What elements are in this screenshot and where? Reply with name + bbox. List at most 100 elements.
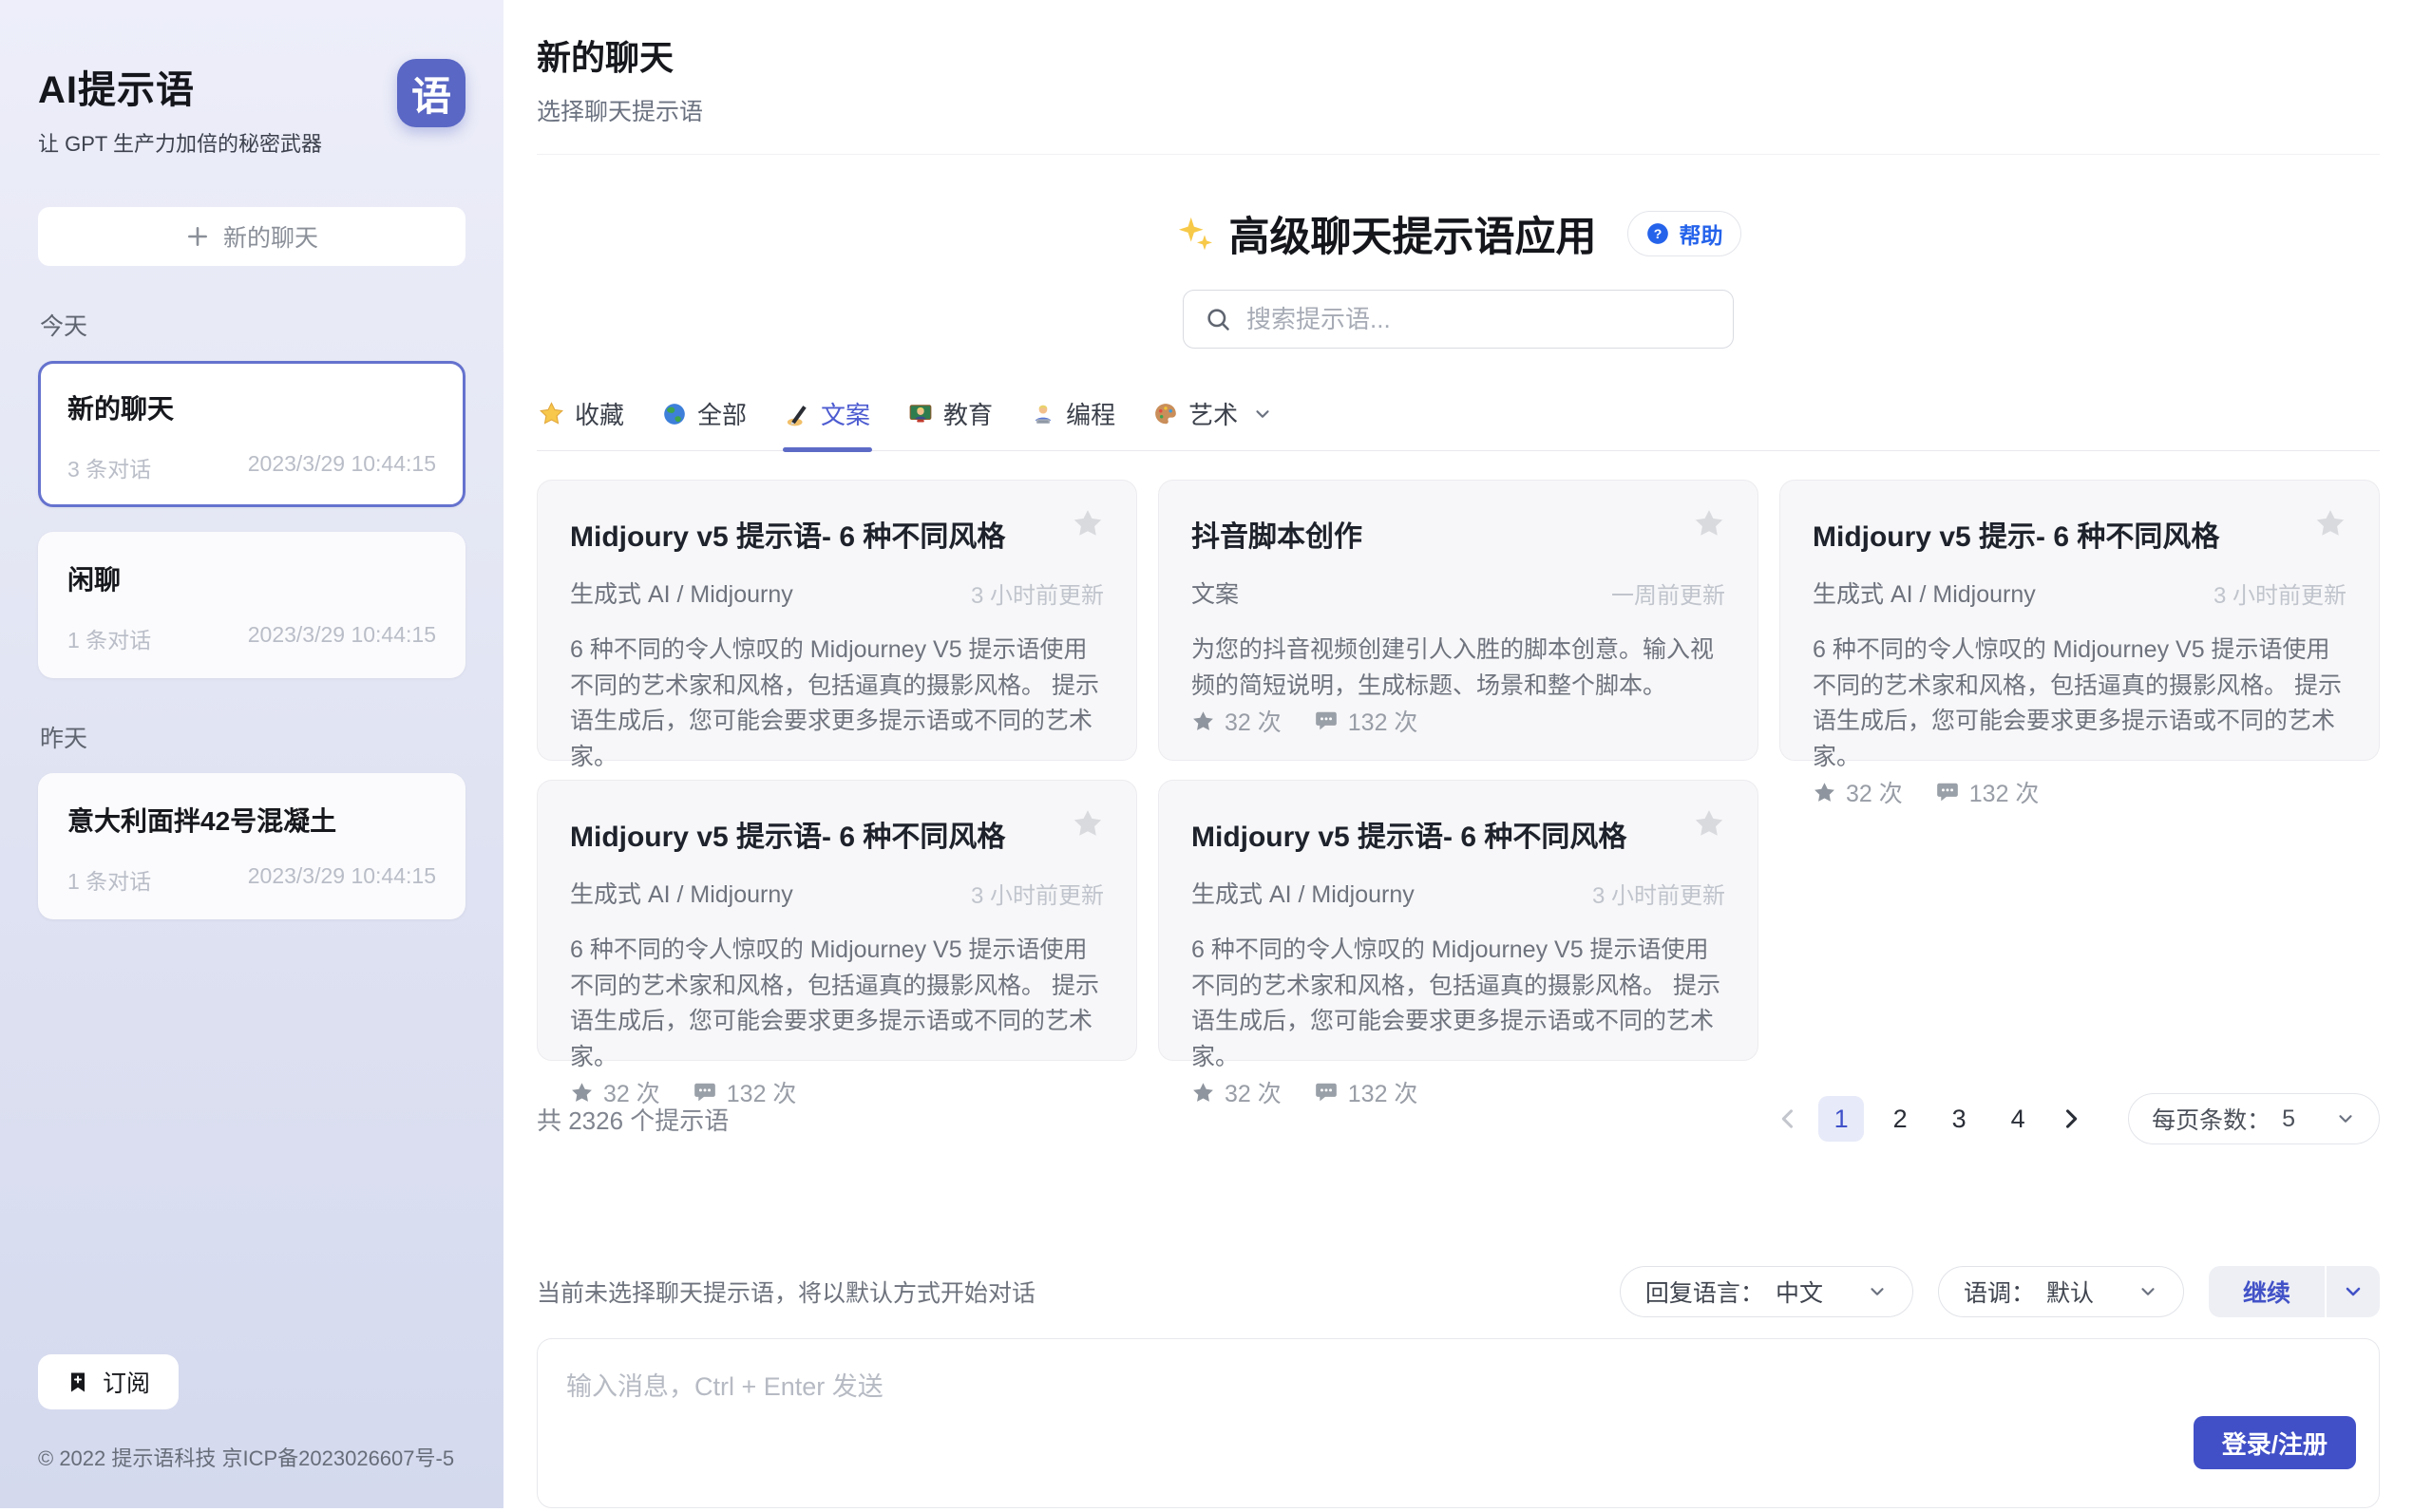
tab-艺术[interactable]: 艺术 (1151, 396, 1275, 450)
hero-title: 高级聊天提示语应用 (1229, 204, 1597, 263)
history-section-label: 今天 (40, 308, 466, 342)
next-page-button[interactable] (2054, 1106, 2088, 1132)
page-size-select[interactable]: 每页条数： 5 (2128, 1093, 2380, 1144)
chevron-left-icon (1775, 1106, 1801, 1132)
page-size-label: 每页条数： (2152, 1102, 2270, 1136)
tone-select[interactable]: 语调： 默认 (1938, 1266, 2184, 1317)
card-top-row: Midjoury v5 提示语- 6 种不同风格 (570, 507, 1104, 555)
tab-label: 艺术 (1188, 396, 1238, 431)
plus-icon (185, 224, 210, 249)
total-count: 共 2326 个提示语 (537, 1102, 729, 1137)
tab-label: 收藏 (575, 396, 624, 431)
chat-item-count: 1 条对话 (67, 622, 151, 654)
category-tabs: 收藏 全部 文案 教育 编程 艺术 (537, 396, 2380, 451)
bookmark-plus-icon (66, 1370, 89, 1393)
reply-language-select[interactable]: 回复语言： 中文 (1620, 1266, 1913, 1317)
bookmark-star-icon (1072, 807, 1104, 840)
chevron-down-icon (1867, 1281, 1888, 1302)
subscribe-label: 订阅 (103, 1365, 150, 1399)
card-description: 6 种不同的令人惊叹的 Midjourney V5 提示语使用不同的艺术家和风格… (1813, 633, 2346, 775)
page-button-2[interactable]: 2 (1877, 1096, 1923, 1142)
help-button[interactable]: ? 帮助 (1627, 211, 1741, 256)
tab-label: 编程 (1066, 396, 1115, 431)
favorite-star-button[interactable] (1072, 807, 1104, 840)
history-section-label: 昨天 (40, 720, 466, 754)
card-top-row: Midjoury v5 提示- 6 种不同风格 (1813, 507, 2346, 555)
favorite-star-button[interactable] (1072, 507, 1104, 539)
prompt-card[interactable]: Midjoury v5 提示语- 6 种不同风格生成式 AI / Midjour… (537, 480, 1137, 761)
app-subtitle: 让 GPT 生产力加倍的秘密武器 (38, 127, 322, 158)
chat-item-meta: 3 条对话2023/3/29 10:44:15 (67, 451, 436, 483)
card-description: 6 种不同的令人惊叹的 Midjourney V5 提示语使用不同的艺术家和风格… (570, 633, 1104, 775)
card-meta-row: 生成式 AI / Midjourny3 小时前更新 (1813, 576, 2346, 610)
chat-item-time: 2023/3/29 10:44:15 (248, 451, 436, 483)
page-button-3[interactable]: 3 (1936, 1096, 1982, 1142)
prompt-card[interactable]: 抖音脚本创作文案一周前更新为您的抖音视频创建引人入胜的脚本创意。输入视频的简短说… (1158, 480, 1758, 761)
prompt-card[interactable]: Midjoury v5 提示- 6 种不同风格生成式 AI / Midjourn… (1779, 480, 2380, 761)
card-title: Midjoury v5 提示语- 6 种不同风格 (1191, 813, 1626, 855)
card-meta-row: 生成式 AI / Midjourny3 小时前更新 (570, 876, 1104, 910)
prompt-notice: 当前未选择聊天提示语，将以默认方式开始对话 (537, 1275, 1036, 1309)
tab-教育[interactable]: 教育 (906, 396, 995, 450)
card-title: 抖音脚本创作 (1191, 513, 1362, 555)
subscribe-button[interactable]: 订阅 (38, 1354, 179, 1409)
favorite-star-button[interactable] (2314, 507, 2346, 539)
tab-编程[interactable]: 编程 (1029, 396, 1117, 450)
prompt-card[interactable]: Midjoury v5 提示语- 6 种不同风格生成式 AI / Midjour… (537, 780, 1137, 1061)
chat-history-item[interactable]: 新的聊天 3 条对话2023/3/29 10:44:15 (38, 361, 466, 507)
palette-icon (1153, 402, 1178, 426)
card-updated-time: 一周前更新 (1611, 576, 1725, 610)
help-label: 帮助 (1680, 217, 1723, 250)
new-chat-button[interactable]: 新的聊天 (38, 207, 466, 266)
prompt-app-hero: 高级聊天提示语应用 ? 帮助 (537, 204, 2380, 349)
page-header: 新的聊天 选择聊天提示语 (537, 0, 2380, 155)
tab-文案[interactable]: 文案 (783, 396, 872, 450)
card-stats-row: 32 次 132 次 (1191, 704, 1725, 738)
search-box (1183, 290, 1734, 349)
login-button[interactable]: 登录/注册 (2194, 1416, 2356, 1469)
tab-收藏[interactable]: 收藏 (537, 396, 626, 450)
favorite-star-button[interactable] (1693, 507, 1725, 539)
favorite-star-button[interactable] (1693, 807, 1725, 840)
comment-icon (1935, 780, 1960, 804)
card-top-row: Midjoury v5 提示语- 6 种不同风格 (570, 807, 1104, 855)
chat-history-item[interactable]: 意大利面拌42号混凝土1 条对话2023/3/29 10:44:15 (38, 773, 466, 919)
coder-icon (1031, 402, 1055, 426)
chat-item-time: 2023/3/29 10:44:15 (248, 622, 436, 654)
stat-star-icon (1813, 781, 1836, 804)
message-input[interactable] (538, 1339, 2379, 1507)
sparkles-icon (1176, 215, 1214, 253)
stat-star-icon (1191, 709, 1215, 733)
chat-history: 今天新的聊天3 条对话2023/3/29 10:44:15闲聊1 条对话2023… (38, 266, 466, 944)
card-title: Midjoury v5 提示语- 6 种不同风格 (570, 813, 1005, 855)
prompt-card[interactable]: Midjoury v5 提示语- 6 种不同风格生成式 AI / Midjour… (1158, 780, 1758, 1061)
card-updated-time: 3 小时前更新 (971, 576, 1104, 610)
chat-item-title: 意大利面拌42号混凝土 (67, 801, 436, 839)
comment-count: 132 次 (1314, 704, 1418, 738)
chat-history-item[interactable]: 闲聊1 条对话2023/3/29 10:44:15 (38, 532, 466, 678)
star-count-label: 32 次 (1225, 704, 1282, 738)
sidebar-header: AI提示语 让 GPT 生产力加倍的秘密武器 语 (38, 59, 466, 158)
new-chat-label: 新的聊天 (223, 219, 318, 254)
tab-label: 文案 (821, 396, 870, 431)
chat-item-meta: 1 条对话 2023/3/29 10:44:15 (67, 622, 436, 654)
chat-item-title: 新的聊天 (67, 388, 436, 426)
sidebar: AI提示语 让 GPT 生产力加倍的秘密武器 语 新的聊天 今天新的聊天3 条对… (0, 0, 504, 1508)
prev-page-button[interactable] (1771, 1106, 1805, 1132)
tab-全部[interactable]: 全部 (660, 396, 749, 450)
chevron-down-icon (2342, 1280, 2365, 1303)
page-button-4[interactable]: 4 (1995, 1096, 2041, 1142)
page-button-1[interactable]: 1 (1818, 1096, 1864, 1142)
reply-language-label: 回复语言： (1645, 1275, 1764, 1309)
continue-button[interactable]: 继续 (2209, 1266, 2325, 1317)
search-input[interactable] (1244, 304, 1712, 335)
continue-options-button[interactable] (2325, 1266, 2380, 1317)
chevron-down-icon (1252, 404, 1273, 425)
sidebar-footer: 订阅 © 2022 提示语科技 京ICP备2023026607号-5 (38, 1354, 466, 1472)
page-subtitle: 选择聊天提示语 (537, 93, 2380, 127)
card-category: 生成式 AI / Midjourny (1813, 576, 2036, 610)
star-icon (539, 401, 564, 426)
bookmark-star-icon (1693, 807, 1725, 840)
star-count: 32 次 (1191, 704, 1282, 738)
pen-icon (785, 401, 810, 426)
